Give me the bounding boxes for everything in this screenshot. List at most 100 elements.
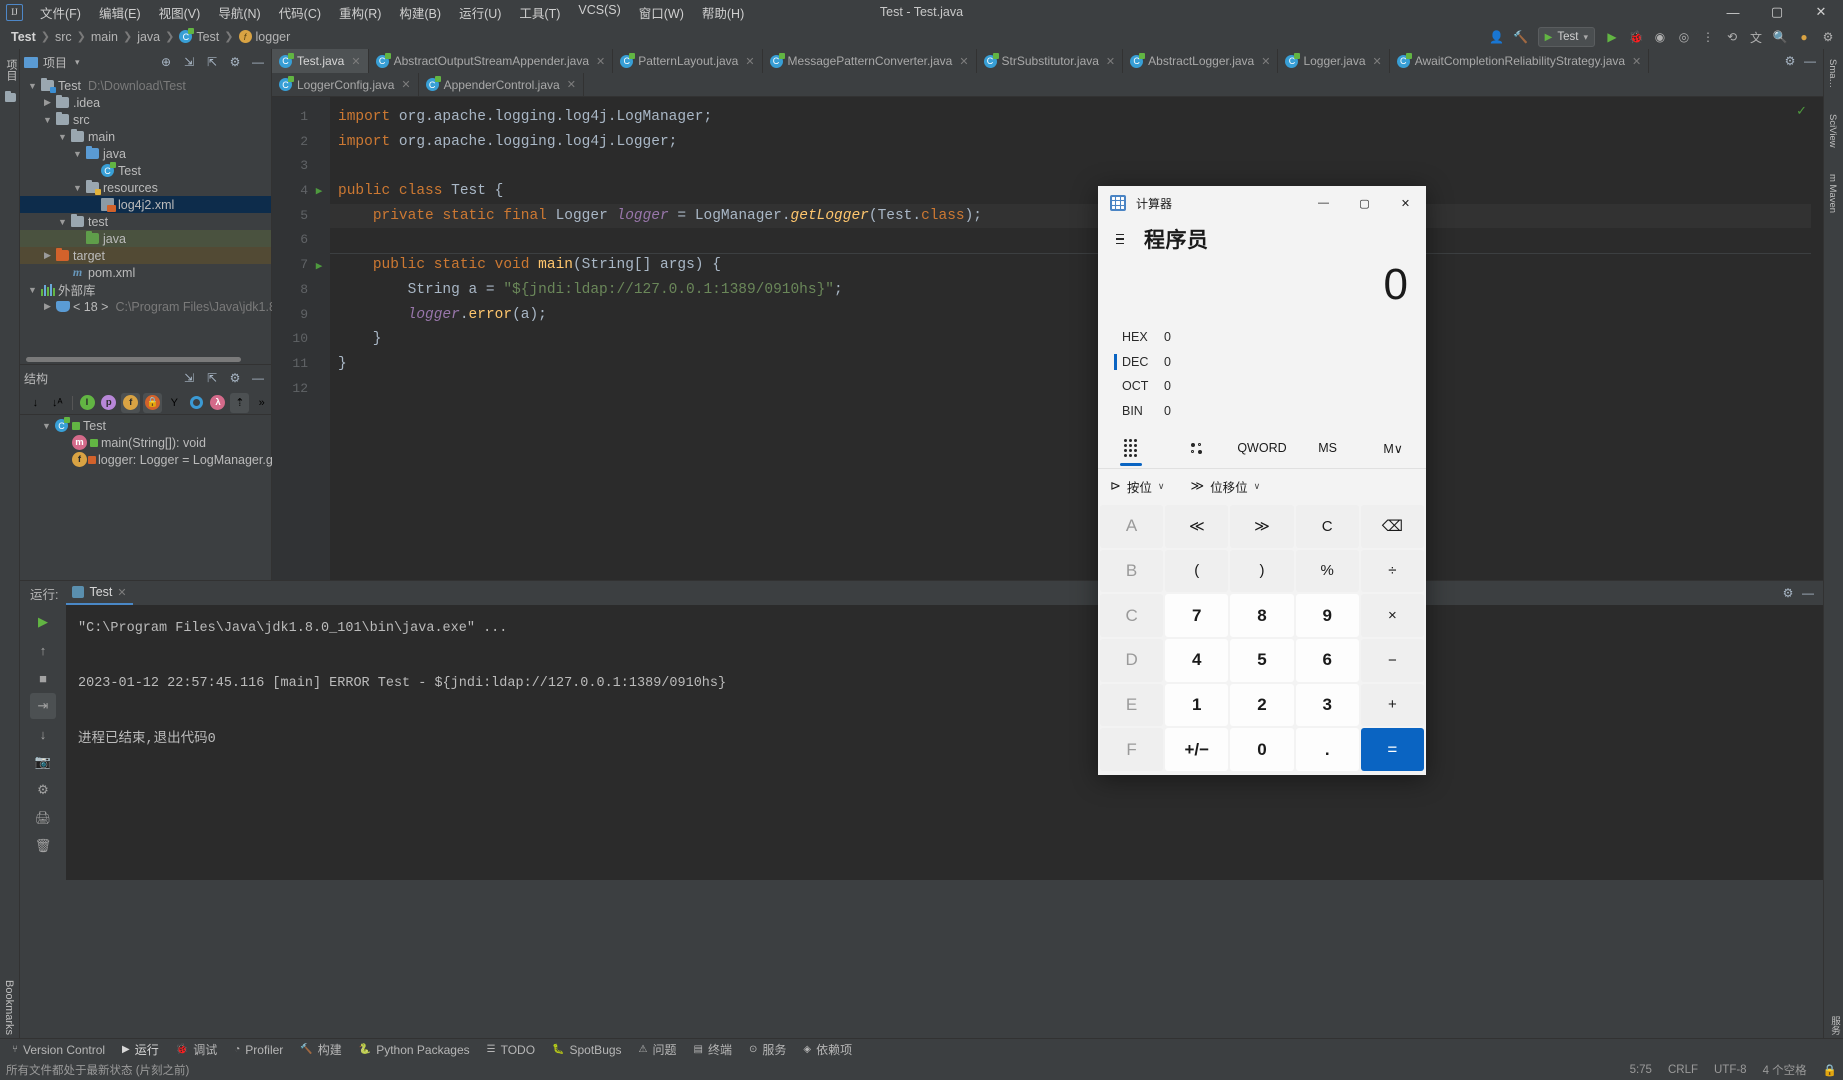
scroll-up-icon[interactable]: ↑ [30, 637, 56, 663]
calculator-key-[interactable]: − [1360, 638, 1424, 682]
hide-panel-icon[interactable]: — [249, 369, 267, 387]
chevron-down-icon[interactable]: ▼ [56, 132, 69, 142]
maximize-button[interactable]: ▢ [1755, 0, 1799, 24]
project-tree-item-java[interactable]: ▼ java [20, 145, 271, 162]
wrap-text-icon[interactable]: ⇥ [30, 693, 56, 719]
menu-item-0[interactable]: 文件(F) [31, 0, 90, 25]
breadcrumb-item-test[interactable]: Test [8, 30, 39, 44]
code-content[interactable]: import org.apache.logging.log4j.LogManag… [330, 97, 1823, 585]
close-icon[interactable]: ✕ [1261, 55, 1270, 68]
run-tab-test[interactable]: Test ✕ [66, 581, 133, 605]
profile-button[interactable]: ◎ [1673, 26, 1695, 48]
sort-by-visibility-icon[interactable]: ↓ [26, 393, 45, 413]
locate-file-icon[interactable]: ⊕ [157, 53, 175, 71]
calculator-key-E[interactable]: E [1100, 683, 1164, 727]
calculator-key-7[interactable]: 7 [1165, 594, 1229, 637]
editor-tab-patternlayout-java[interactable]: C PatternLayout.java ✕ [613, 49, 763, 73]
tool-window-button-profiler[interactable]: ◔ Profiler [226, 1041, 291, 1059]
run-gutter-icon[interactable]: ▶ [312, 179, 326, 204]
code-line[interactable]: public class Test { [330, 179, 1823, 204]
user-icon[interactable]: 👤 [1486, 26, 1508, 48]
calculator-key-[interactable]: ( [1165, 549, 1229, 593]
sort-alphabetically-icon[interactable]: ↓ᴬ [48, 393, 67, 413]
code-line[interactable] [330, 154, 1823, 179]
code-line[interactable]: public static void main(String[] args) { [330, 253, 1823, 278]
structure-tree-item[interactable]: ▼ C Test [20, 417, 271, 434]
calculator-key-[interactable]: + [1360, 683, 1424, 727]
translate-icon[interactable]: 文 [1745, 26, 1767, 48]
calculator-key-[interactable]: × [1360, 594, 1424, 637]
calculator-key-C[interactable]: C [1100, 594, 1164, 637]
calculator-key-[interactable]: . [1295, 728, 1359, 771]
run-gutter-icon[interactable]: ▶ [312, 253, 326, 278]
close-icon[interactable]: ✕ [1632, 55, 1641, 68]
project-tree-item-pom-xml[interactable]: m pom.xml [20, 264, 271, 281]
collapse-all-icon[interactable]: ⇱ [203, 369, 221, 387]
notifications-icon[interactable]: ● [1793, 26, 1815, 48]
project-tree-item-java[interactable]: java [20, 230, 271, 247]
calculator-key-3[interactable]: 3 [1295, 683, 1359, 727]
project-tree-item-log4j2-xml[interactable]: log4j2.xml [20, 196, 271, 213]
tool-window-button-python-packages[interactable]: 🐍 Python Packages [351, 1041, 478, 1059]
close-icon[interactable]: ✕ [401, 78, 410, 91]
project-tree-item-test[interactable]: C Test [20, 162, 271, 179]
show-properties-icon[interactable]: p [99, 393, 118, 413]
caret-position[interactable]: 5:75 [1630, 1064, 1652, 1076]
run-settings-gear-icon[interactable]: ⚙ [1779, 584, 1797, 602]
calculator-key-[interactable]: +/− [1165, 728, 1229, 771]
project-tree-item-test[interactable]: ▼ test [20, 213, 271, 230]
code-line[interactable] [330, 228, 1823, 253]
menu-item-10[interactable]: 窗口(W) [630, 0, 693, 25]
menu-item-5[interactable]: 重构(R) [330, 0, 390, 25]
tool-window-button-依赖项[interactable]: ◈ 依赖项 [795, 1039, 860, 1060]
calculator-key-8[interactable]: 8 [1230, 594, 1294, 637]
menu-item-1[interactable]: 编辑(E) [90, 0, 150, 25]
code-line[interactable]: import org.apache.logging.log4j.Logger; [330, 130, 1823, 155]
calculator-key-[interactable]: ) [1230, 549, 1294, 593]
close-icon[interactable]: ✕ [745, 55, 754, 68]
menu-item-8[interactable]: 工具(T) [510, 0, 569, 25]
structure-settings-gear-icon[interactable]: ⚙ [226, 369, 244, 387]
code-line[interactable]: } [330, 327, 1823, 352]
chevron-down-icon[interactable]: ▼ [26, 81, 39, 91]
radix-row-bin[interactable]: BIN 0 [1116, 399, 1408, 424]
show-interfaces-icon[interactable] [187, 393, 206, 413]
more-options-icon[interactable]: » [252, 393, 271, 413]
structure-tree-item[interactable]: m main(String[]): void [20, 434, 271, 451]
project-horizontal-scrollbar[interactable] [26, 357, 241, 362]
tool-window-button-运行[interactable]: ▶ 运行 [114, 1039, 167, 1060]
code-line[interactable]: private static final Logger logger = Log… [330, 203, 1823, 229]
calculator-key-4[interactable]: 4 [1165, 638, 1229, 682]
editor-tab-appendercontrol-java[interactable]: C AppenderControl.java ✕ [418, 73, 584, 96]
calculator-key-[interactable]: ⌫ [1360, 505, 1424, 548]
project-tree-item-src[interactable]: ▼ src [20, 111, 271, 128]
tool-window-button-构建[interactable]: 🔨 构建 [292, 1039, 349, 1060]
tool-window-button-调试[interactable]: 🐞 调试 [168, 1039, 225, 1060]
calculator-key-9[interactable]: 9 [1295, 594, 1359, 637]
chevron-down-icon[interactable]: ▾ [75, 57, 80, 68]
close-icon[interactable]: ✕ [596, 55, 605, 68]
chevron-down-icon[interactable]: ▼ [71, 183, 84, 193]
breadcrumb-item-test[interactable]: C Test [176, 28, 222, 44]
close-icon[interactable]: ✕ [117, 586, 126, 599]
editor-tab-logger-java[interactable]: C Logger.java ✕ [1278, 49, 1390, 73]
chevron-down-icon[interactable]: ▼ [71, 149, 84, 159]
calculator-close-button[interactable]: ✕ [1385, 186, 1426, 220]
rail-maven-label[interactable]: m Maven [1824, 168, 1841, 219]
hide-panel-icon[interactable]: — [249, 53, 267, 71]
show-fields-icon[interactable]: f [121, 392, 141, 413]
indent-setting[interactable]: 4 个空格 [1763, 1062, 1807, 1078]
breadcrumb-item-main[interactable]: main [88, 30, 121, 44]
calculator-tab-word-size[interactable]: QWORD [1229, 428, 1295, 468]
project-tree-item---18--[interactable]: ▶ < 18 > C:\Program Files\Java\jdk1.8.0_1 [20, 298, 300, 315]
collapse-all-icon[interactable]: ⇱ [203, 53, 221, 71]
calculator-key-F[interactable]: F [1100, 728, 1164, 771]
git-update-icon[interactable]: ⟲ [1721, 26, 1743, 48]
show-anonymous-icon[interactable]: Y [165, 393, 184, 413]
debug-button[interactable]: 🐞 [1625, 26, 1647, 48]
calculator-key-[interactable]: ≪ [1165, 505, 1229, 548]
calculator-op-shift-icon[interactable]: ≫ 位移位 ∨ [1191, 477, 1261, 496]
calculator-op-bitwise-icon[interactable]: ⊳ 按位 ∨ [1110, 477, 1165, 496]
code-line[interactable]: String a = "${jndi:ldap://127.0.0.1:1389… [330, 278, 1823, 303]
menu-item-3[interactable]: 导航(N) [209, 0, 269, 25]
